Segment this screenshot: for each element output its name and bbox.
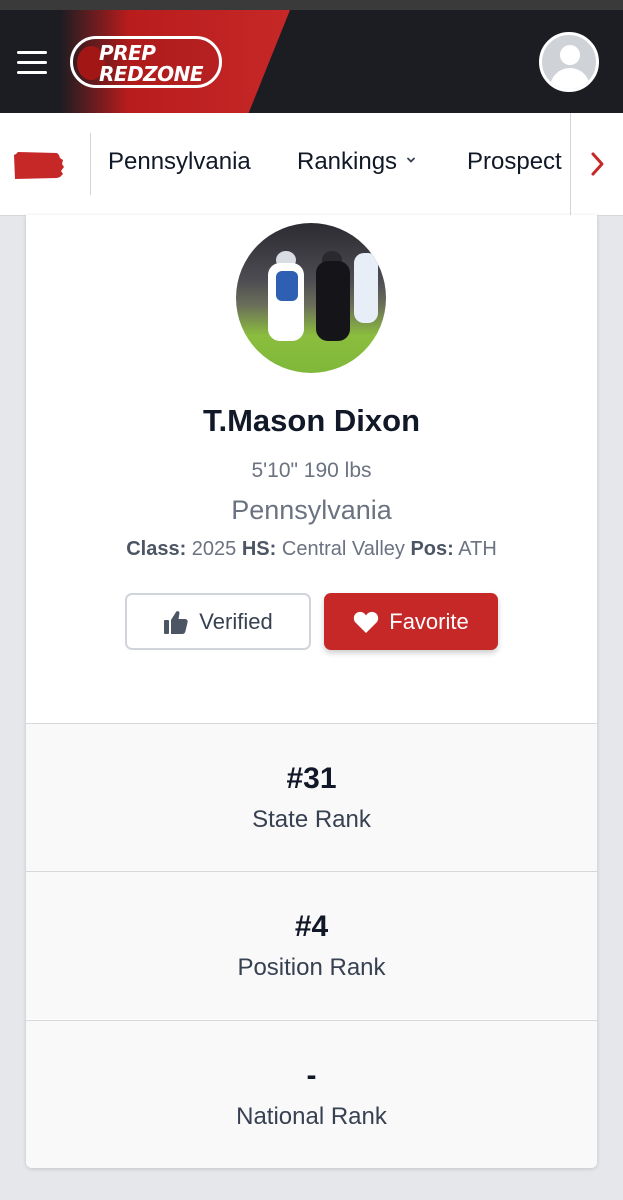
nav-item-pennsylvania[interactable]: Pennsylvania [108, 148, 251, 176]
national-rank-panel: - National Rank [26, 1020, 597, 1168]
player-profile-card: T.Mason Dixon 5'10" 190 lbs Pennsylvania… [26, 215, 597, 1168]
national-rank-value: - [306, 1059, 317, 1092]
favorite-button[interactable]: Favorite [324, 593, 498, 650]
state-nav-bar: Pennsylvania Rankings Prospect [0, 113, 623, 216]
hs-value: Central Valley [281, 538, 405, 560]
hs-label: HS: [241, 538, 277, 560]
verified-label: Verified [199, 608, 273, 634]
status-strip [0, 0, 623, 10]
class-label: Class: [126, 538, 187, 560]
pos-label: Pos: [410, 538, 454, 560]
chevron-down-icon [407, 157, 415, 163]
nav-item-prospect[interactable]: Prospect [467, 148, 562, 176]
nav-item-rankings[interactable]: Rankings [297, 148, 417, 176]
position-rank-value: #4 [294, 910, 329, 943]
state-rank-value: #31 [286, 762, 337, 795]
position-rank-label: Position Rank [237, 954, 386, 981]
menu-icon[interactable] [17, 51, 47, 75]
top-header: PREP REDZONE [0, 10, 623, 113]
prep-redzone-logo[interactable]: PREP REDZONE [70, 36, 222, 88]
nav-divider [90, 133, 91, 195]
logo-text-redzone: REDZONE [99, 62, 204, 86]
position-rank-panel: #4 Position Rank [26, 871, 597, 1019]
class-value: 2025 [191, 538, 237, 560]
national-rank-label: National Rank [236, 1103, 387, 1130]
pennsylvania-map-icon [14, 152, 64, 179]
nav-scroll-right-button[interactable] [570, 113, 623, 215]
favorite-label: Favorite [389, 608, 469, 634]
chevron-right-icon [591, 152, 604, 176]
player-height-weight: 5'10" 190 lbs [251, 459, 372, 482]
nav-item-rankings-label: Rankings [297, 148, 398, 175]
player-state: Pennsylvania [231, 495, 392, 525]
thumbs-up-icon [163, 609, 189, 635]
pos-value: ATH [458, 538, 497, 560]
state-rank-label: State Rank [252, 806, 371, 833]
heart-icon [353, 610, 379, 634]
player-name: T.Mason Dixon [202, 403, 420, 438]
verified-button[interactable]: Verified [125, 593, 311, 650]
state-rank-panel: #31 State Rank [26, 723, 597, 871]
player-meta: Class: 2025 HS: Central Valley Pos: ATH [26, 538, 597, 561]
player-photo [236, 223, 386, 373]
user-avatar-icon[interactable] [539, 32, 599, 92]
